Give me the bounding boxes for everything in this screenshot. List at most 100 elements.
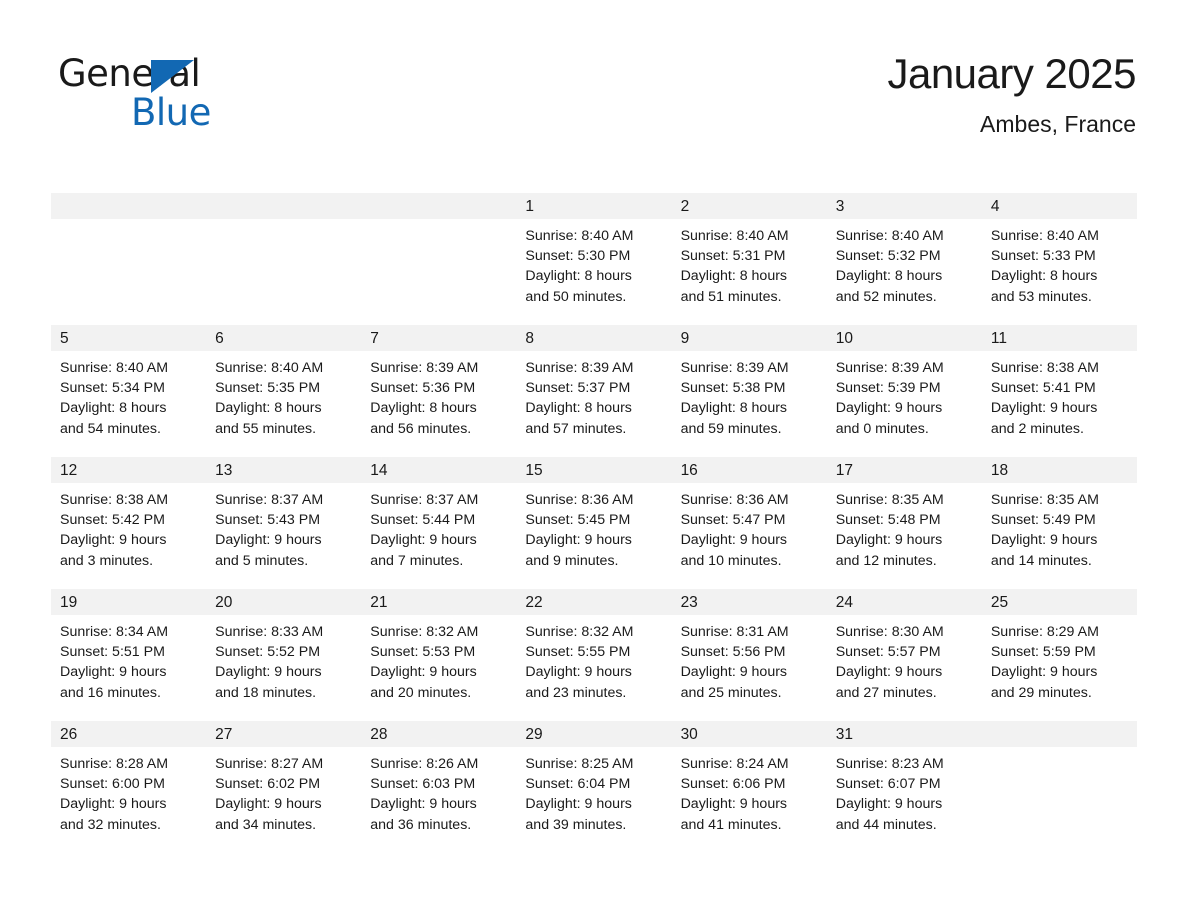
sunset-text: Sunset: 5:53 PM <box>370 644 476 661</box>
sunset-text: Sunset: 5:41 PM <box>990 380 1096 397</box>
day-details: Sunrise: 8:39 AM Sunset: 5:37 PM Daylight:… <box>516 351 671 439</box>
calendar-day-cell[interactable]: 25 Sunrise: 8:29 AM Sunset: 5:59 PM Dayligh… <box>981 589 1137 721</box>
weekday-header-row: Sunday Monday Tuesday Wednesday Thursday… <box>51 158 1137 193</box>
calendar-day-cell[interactable]: 6 Sunrise: 8:40 AM Sunset: 5:35 PM Daylight… <box>206 325 362 457</box>
calendar-day-cell[interactable]: 15 Sunrise: 8:36 AM Sunset: 5:45 PM Dayligh… <box>516 457 672 589</box>
calendar-day-cell[interactable]: 16 Sunrise: 8:36 AM Sunset: 5:47 PM Dayligh… <box>671 457 827 589</box>
day-number: 29 <box>516 721 672 747</box>
daylight-text-line1: Daylight: 9 hours <box>370 532 477 549</box>
daylight-text-line2: and 12 minutes. <box>835 552 937 569</box>
day-details: Sunrise: 8:24 AM Sunset: 6:06 PM Daylight:… <box>672 747 827 835</box>
calendar-day-cell[interactable]: 2 Sunrise: 8:40 AM Sunset: 5:31 PM Daylight… <box>671 193 827 325</box>
sunrise-text: Sunrise: 8:37 AM <box>370 492 479 508</box>
calendar-day-cell[interactable]: 9 Sunrise: 8:39 AM Sunset: 5:38 PM Daylight… <box>671 325 827 457</box>
day-number: 20 <box>206 589 362 615</box>
generalblue-logo[interactable]: General Blue <box>58 52 308 134</box>
daylight-text-line1: Daylight: 8 hours <box>215 400 322 417</box>
calendar-day-cell[interactable]: 11 Sunrise: 8:38 AM Sunset: 5:41 PM Dayligh… <box>981 325 1137 457</box>
daylight-text-line2: and 59 minutes. <box>680 420 782 437</box>
sunrise-text: Sunrise: 8:39 AM <box>370 360 479 376</box>
sunset-text: Sunset: 6:03 PM <box>370 776 476 793</box>
weekday-header-saturday: Saturday <box>990 166 1053 183</box>
weekday-header-wednesday: Wednesday <box>525 166 607 183</box>
daylight-text-line2: and 50 minutes. <box>525 288 627 305</box>
calendar-day-cell[interactable]: 7 Sunrise: 8:39 AM Sunset: 5:36 PM Daylight… <box>361 325 517 457</box>
sunrise-text: Sunrise: 8:27 AM <box>215 756 324 772</box>
day-number: 26 <box>51 721 207 747</box>
calendar-day-cell[interactable]: 13 Sunrise: 8:37 AM Sunset: 5:43 PM Dayligh… <box>206 457 362 589</box>
location-subtitle: Ambes, France <box>980 111 1136 137</box>
daylight-text-line2: and 5 minutes. <box>215 552 309 569</box>
calendar-day-cell[interactable]: 23 Sunrise: 8:31 AM Sunset: 5:56 PM Dayligh… <box>671 589 827 721</box>
daylight-text-line2: and 10 minutes. <box>680 552 782 569</box>
calendar-day-cell-empty <box>51 193 207 325</box>
day-details: Sunrise: 8:23 AM Sunset: 6:07 PM Daylight:… <box>827 747 982 835</box>
daylight-text-line1: Daylight: 9 hours <box>990 664 1098 681</box>
day-details: Sunrise: 8:27 AM Sunset: 6:02 PM Daylight:… <box>206 747 361 835</box>
day-number: 10 <box>826 325 982 351</box>
calendar-day-cell[interactable]: 22 Sunrise: 8:32 AM Sunset: 5:55 PM Dayligh… <box>516 589 672 721</box>
calendar-day-cell[interactable]: 10 Sunrise: 8:39 AM Sunset: 5:39 PM Dayligh… <box>826 325 982 457</box>
sunset-text: Sunset: 5:42 PM <box>60 512 165 529</box>
sunset-text: Sunset: 5:39 PM <box>835 380 941 397</box>
sunset-text: Sunset: 6:07 PM <box>835 776 941 793</box>
day-number: 11 <box>981 325 1137 351</box>
calendar-day-cell[interactable]: 28 Sunrise: 8:26 AM Sunset: 6:03 PM Dayligh… <box>361 721 517 853</box>
sunrise-text: Sunrise: 8:39 AM <box>680 360 789 376</box>
calendar-day-cell[interactable]: 24 Sunrise: 8:30 AM Sunset: 5:57 PM Dayligh… <box>826 589 982 721</box>
daylight-text-line1: Daylight: 9 hours <box>835 400 943 417</box>
calendar-day-cell[interactable]: 29 Sunrise: 8:25 AM Sunset: 6:04 PM Dayligh… <box>516 721 672 853</box>
calendar-day-cell[interactable]: 3 Sunrise: 8:40 AM Sunset: 5:32 PM Daylight… <box>826 193 982 325</box>
calendar-day-cell[interactable]: 17 Sunrise: 8:35 AM Sunset: 5:48 PM Dayligh… <box>826 457 982 589</box>
calendar-day-cell[interactable]: 27 Sunrise: 8:27 AM Sunset: 6:02 PM Dayligh… <box>206 721 362 853</box>
calendar-day-cell[interactable]: 4 Sunrise: 8:40 AM Sunset: 5:33 PM Daylight… <box>981 193 1137 325</box>
day-details: Sunrise: 8:40 AM Sunset: 5:32 PM Daylight:… <box>827 219 982 307</box>
weekday-header-sunday: Sunday <box>60 166 113 183</box>
day-details: Sunrise: 8:32 AM Sunset: 5:53 PM Daylight:… <box>361 615 516 703</box>
calendar-body: 1 Sunrise: 8:40 AM Sunset: 5:30 PM Daylight… <box>51 193 1137 853</box>
calendar-day-cell[interactable]: 8 Sunrise: 8:39 AM Sunset: 5:37 PM Daylight… <box>516 325 672 457</box>
sunset-text: Sunset: 6:00 PM <box>60 776 165 793</box>
daylight-text-line2: and 57 minutes. <box>525 420 627 437</box>
daylight-text-line1: Daylight: 8 hours <box>525 268 632 285</box>
daylight-text-line2: and 7 minutes. <box>370 552 464 569</box>
sunset-text: Sunset: 5:38 PM <box>680 380 786 397</box>
calendar-day-cell[interactable]: 26 Sunrise: 8:28 AM Sunset: 6:00 PM Dayligh… <box>51 721 207 853</box>
day-details: Sunrise: 8:35 AM Sunset: 5:48 PM Daylight:… <box>827 483 982 571</box>
daylight-text-line2: and 54 minutes. <box>60 420 161 437</box>
calendar-day-cell[interactable]: 14 Sunrise: 8:37 AM Sunset: 5:44 PM Dayligh… <box>361 457 517 589</box>
day-number: 4 <box>981 193 1137 219</box>
day-details: Sunrise: 8:37 AM Sunset: 5:43 PM Daylight:… <box>206 483 361 571</box>
sunset-text: Sunset: 5:49 PM <box>990 512 1096 529</box>
day-details: Sunrise: 8:35 AM Sunset: 5:49 PM Daylight:… <box>982 483 1137 571</box>
title-block: January 2025 Ambes, France <box>887 48 1136 138</box>
daylight-text-line2: and 34 minutes. <box>215 816 317 833</box>
day-number: 7 <box>361 325 517 351</box>
day-number <box>51 193 207 219</box>
calendar-day-cell[interactable]: 20 Sunrise: 8:33 AM Sunset: 5:52 PM Dayligh… <box>206 589 362 721</box>
day-number: 3 <box>826 193 982 219</box>
calendar-day-cell[interactable]: 18 Sunrise: 8:35 AM Sunset: 5:49 PM Dayligh… <box>981 457 1137 589</box>
daylight-text-line1: Daylight: 9 hours <box>215 664 322 681</box>
calendar-day-cell[interactable]: 30 Sunrise: 8:24 AM Sunset: 6:06 PM Dayligh… <box>671 721 827 853</box>
sunrise-text: Sunrise: 8:26 AM <box>370 756 479 772</box>
calendar-day-cell[interactable]: 19 Sunrise: 8:34 AM Sunset: 5:51 PM Dayligh… <box>51 589 207 721</box>
daylight-text-line2: and 23 minutes. <box>525 684 627 701</box>
day-number: 14 <box>361 457 517 483</box>
sunrise-text: Sunrise: 8:30 AM <box>835 624 944 640</box>
calendar-day-cell[interactable]: 21 Sunrise: 8:32 AM Sunset: 5:53 PM Dayligh… <box>361 589 517 721</box>
daylight-text-line1: Daylight: 8 hours <box>680 400 788 417</box>
sunrise-text: Sunrise: 8:40 AM <box>525 228 634 244</box>
calendar-day-cell-empty <box>206 193 362 325</box>
daylight-text-line1: Daylight: 8 hours <box>370 400 477 417</box>
calendar-day-cell[interactable]: 5 Sunrise: 8:40 AM Sunset: 5:34 PM Daylight… <box>51 325 207 457</box>
calendar-day-cell[interactable]: 31 Sunrise: 8:23 AM Sunset: 6:07 PM Dayligh… <box>826 721 982 853</box>
day-number: 15 <box>516 457 672 483</box>
calendar-day-cell[interactable]: 1 Sunrise: 8:40 AM Sunset: 5:30 PM Daylight… <box>516 193 672 325</box>
calendar-day-cell[interactable]: 12 Sunrise: 8:38 AM Sunset: 5:42 PM Dayligh… <box>51 457 207 589</box>
day-number: 22 <box>516 589 672 615</box>
page-title: January 2025 <box>887 50 1136 97</box>
day-details: Sunrise: 8:40 AM Sunset: 5:31 PM Daylight:… <box>672 219 827 307</box>
calendar-table: Sunday Monday Tuesday Wednesday Thursday… <box>51 158 1137 853</box>
sunrise-text: Sunrise: 8:25 AM <box>525 756 634 772</box>
